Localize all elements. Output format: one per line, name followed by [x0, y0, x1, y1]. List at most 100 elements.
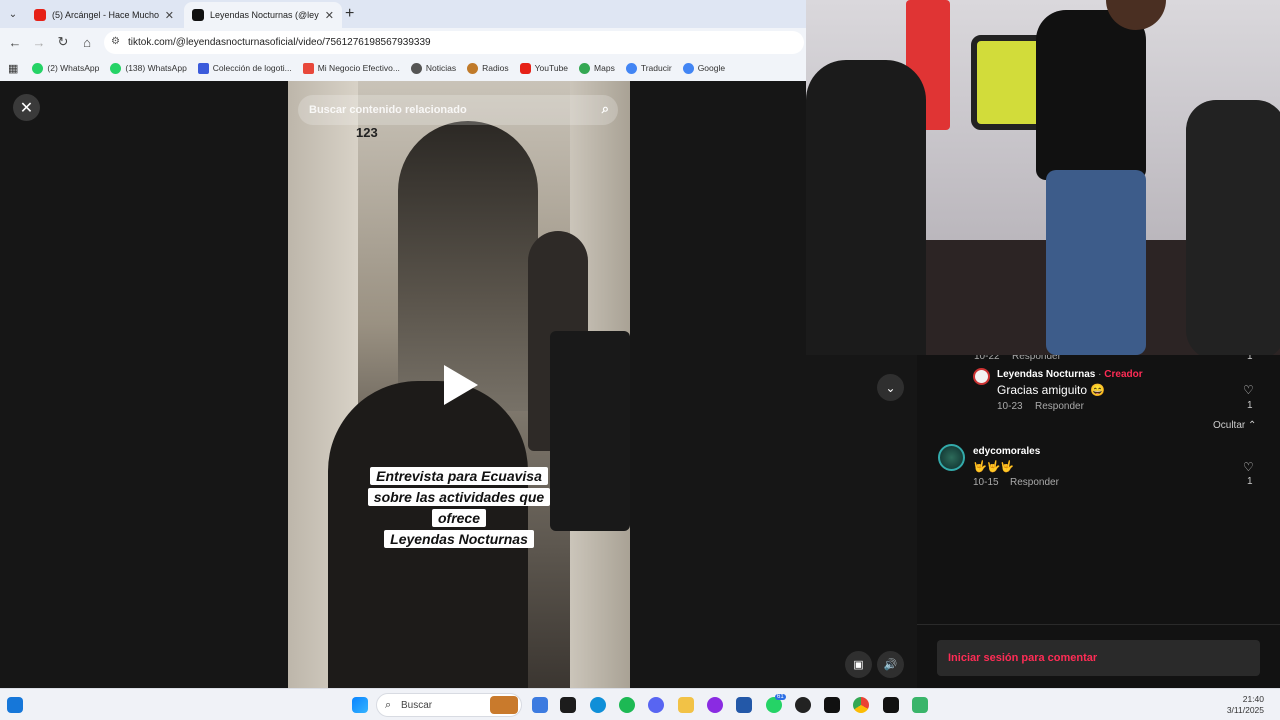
home-button[interactable]: ⌂: [78, 33, 96, 51]
avatar[interactable]: [938, 444, 965, 471]
radio-icon: [467, 62, 479, 74]
stream-frame-person: [1036, 10, 1146, 180]
news-widget-icon[interactable]: [490, 696, 518, 714]
discord-icon[interactable]: [648, 697, 664, 713]
bookmark-label: YouTube: [534, 63, 569, 73]
url-text: tiktok.com/@leyendasnocturnasoficial/vid…: [128, 37, 431, 48]
tiktok-icon[interactable]: [883, 697, 899, 713]
reply-button[interactable]: Responder: [1035, 401, 1084, 412]
apps-grid-icon[interactable]: ▦: [8, 62, 18, 75]
creator-badge: Creador: [1104, 369, 1143, 380]
close-icon: ✕: [19, 99, 34, 117]
bookmark-item[interactable]: (2) WhatsApp: [32, 62, 99, 74]
close-icon[interactable]: ✕: [165, 9, 174, 22]
forward-button[interactable]: →: [30, 33, 48, 51]
reload-button[interactable]: ↻: [54, 33, 72, 51]
app-icon[interactable]: [707, 697, 723, 713]
bookmark-label: Google: [697, 63, 726, 73]
tab-title: (5) Arcángel - Hace Mucho Tiem: [52, 10, 159, 20]
close-icon[interactable]: ✕: [325, 9, 334, 22]
comment-author[interactable]: Leyendas Nocturnas: [997, 369, 1095, 380]
taskbar: ⌕ Buscar 61 21:40 3/11/2025: [0, 688, 1280, 720]
like-count: 1: [1247, 476, 1253, 487]
bookmark-item[interactable]: Google: [682, 62, 726, 74]
hide-label: Ocultar: [1213, 420, 1246, 431]
comment-author[interactable]: edycomorales: [973, 446, 1040, 457]
bookmarks-bar: ▦ (2) WhatsApp (138) WhatsApp Colección …: [0, 56, 806, 80]
file-explorer-icon[interactable]: [560, 697, 576, 713]
chrome-icon[interactable]: [853, 697, 869, 713]
google-icon: [682, 62, 694, 74]
site-info-icon[interactable]: ⚙: [111, 36, 120, 47]
copilot-icon[interactable]: [532, 697, 548, 713]
next-video-button[interactable]: ⌄: [877, 374, 904, 401]
chevron-down-icon: ⌄: [885, 380, 896, 395]
heart-icon[interactable]: ♡: [1243, 460, 1254, 474]
bookmark-item[interactable]: Maps: [579, 62, 615, 74]
play-icon[interactable]: [444, 365, 478, 405]
clock-time: 21:40: [1242, 694, 1264, 704]
tab-youtube[interactable]: (5) Arcángel - Hace Mucho Tiem ✕: [26, 2, 182, 28]
bookmark-item[interactable]: Radios: [467, 62, 509, 74]
windows-start-icon[interactable]: [352, 697, 368, 713]
separator: ·: [1095, 369, 1105, 380]
stream-frame-chair: [806, 60, 926, 355]
app-icon[interactable]: [912, 697, 928, 713]
spotify-icon[interactable]: [619, 697, 635, 713]
caption-line: Entrevista para Ecuavisa: [370, 467, 548, 485]
tab-tiktok[interactable]: Leyendas Nocturnas (@leyenda ✕: [184, 2, 342, 28]
bookmark-item[interactable]: Noticias: [410, 62, 456, 74]
floating-video-window[interactable]: [806, 0, 1280, 355]
system-clock[interactable]: 21:40 3/11/2025: [1227, 694, 1264, 716]
edge-icon[interactable]: [590, 697, 606, 713]
tab-strip: ⌄ (5) Arcángel - Hace Mucho Tiem ✕ Leyen…: [0, 0, 806, 28]
search-icon: ⌕: [385, 699, 392, 711]
tiktok-icon: [192, 9, 204, 21]
youtube-icon: [519, 62, 531, 74]
capcut-icon[interactable]: [824, 697, 840, 713]
comment-text: 🤟🤟🤟: [973, 461, 1015, 473]
translate-icon: [625, 62, 637, 74]
close-video-button[interactable]: ✕: [13, 94, 40, 121]
bookmark-item[interactable]: Colección de logoti...: [197, 62, 292, 74]
miniplayer-button[interactable]: ▣: [845, 651, 872, 678]
bookmark-label: Colección de logoti...: [212, 63, 292, 73]
video-player[interactable]: 123 Buscar contenido relacionado ⌕ Entre…: [288, 81, 630, 688]
store-icon[interactable]: [736, 697, 752, 713]
chevron-up-icon: ⌃: [1248, 420, 1257, 431]
obs-icon[interactable]: [795, 697, 811, 713]
new-tab-button[interactable]: +: [345, 5, 354, 23]
login-to-comment-button[interactable]: Iniciar sesión para comentar: [937, 640, 1260, 676]
bookmark-item[interactable]: Mi Negocio Efectivo...: [302, 62, 400, 74]
caption-line: Leyendas Nocturnas: [384, 530, 534, 548]
widgets-icon[interactable]: [7, 697, 23, 713]
avatar[interactable]: [973, 368, 990, 385]
volume-button[interactable]: 🔊: [877, 651, 904, 678]
reply-button[interactable]: Responder: [1010, 477, 1059, 488]
bookmark-label: Maps: [594, 63, 615, 73]
address-bar[interactable]: ⚙ tiktok.com/@leyendasnocturnasoficial/v…: [104, 31, 804, 54]
video-caption: Entrevista para Ecuavisa sobre las activ…: [288, 466, 630, 550]
search-label: Buscar: [401, 699, 433, 711]
notification-badge: 61: [775, 694, 786, 700]
clock-date: 3/11/2025: [1226, 705, 1264, 715]
collection-icon: [197, 62, 209, 74]
video-overlay-number: 123: [356, 125, 378, 140]
search-placeholder: Buscar contenido relacionado: [309, 104, 467, 116]
speaker-icon: 🔊: [883, 659, 898, 671]
browser-window: ⌄ (5) Arcángel - Hace Mucho Tiem ✕ Leyen…: [0, 0, 806, 81]
folder-icon[interactable]: [678, 697, 694, 713]
related-search-input[interactable]: Buscar contenido relacionado ⌕: [298, 95, 618, 125]
heart-icon[interactable]: ♡: [1243, 383, 1254, 397]
like-count: 1: [1247, 400, 1253, 411]
bookmark-label: Traducir: [640, 63, 672, 73]
bookmark-item[interactable]: (138) WhatsApp: [110, 62, 187, 74]
tab-search-button[interactable]: ⌄: [5, 6, 21, 22]
miniplayer-icon: ▣: [853, 659, 864, 671]
globe-icon: [410, 62, 422, 74]
bookmark-item[interactable]: Traducir: [625, 62, 672, 74]
back-button[interactable]: ←: [6, 33, 24, 51]
search-icon[interactable]: ⌕: [602, 101, 609, 117]
bookmark-item[interactable]: YouTube: [519, 62, 569, 74]
hide-replies-button[interactable]: Ocultar ⌃: [1213, 420, 1256, 431]
